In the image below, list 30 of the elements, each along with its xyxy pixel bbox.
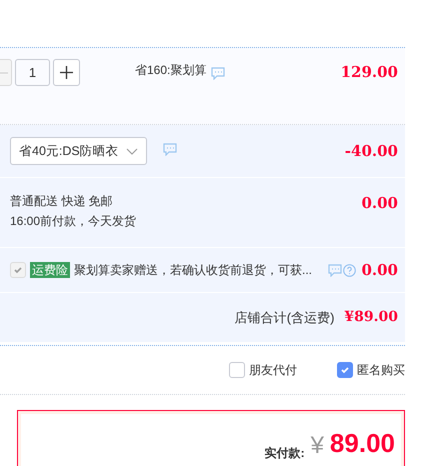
chevron-down-icon (126, 148, 138, 154)
quantity-field[interactable]: 1 (15, 59, 50, 86)
comment-icon[interactable] (328, 264, 342, 276)
payment-label: 实付款: (264, 445, 305, 462)
checkbox[interactable] (337, 362, 353, 378)
item-price: 129.00 (340, 62, 398, 83)
check-icon (13, 265, 23, 275)
option-label[interactable]: 匿名购买 (357, 361, 405, 379)
shop-total-label: 店铺合计(含运费) (234, 308, 334, 327)
comment-icon[interactable] (163, 142, 177, 156)
promotion-label: 省160:聚划算 (135, 62, 206, 78)
currency-symbol: ¥ (310, 431, 324, 461)
checkbox[interactable] (229, 362, 245, 378)
increase-button[interactable] (53, 59, 80, 86)
minus-icon (0, 72, 8, 74)
shipping-info: 16:00前付款，今天发货 (10, 213, 136, 230)
shop-total-amount: ¥89.00 (344, 308, 398, 327)
check-icon (340, 365, 350, 375)
insurance-tag: 运费险 (30, 262, 70, 278)
option-label[interactable]: 朋友代付 (249, 361, 297, 379)
payment-amount: 89.00 (330, 427, 395, 460)
plus-icon (60, 66, 73, 79)
shipping-amount: 0.00 (361, 193, 398, 214)
shipping-info: 普通配送 快递 免邮 (10, 193, 114, 210)
insurance-description: 聚划算卖家赠送，若确认收货前退货，可获... (74, 262, 312, 279)
comment-icon[interactable] (211, 67, 226, 80)
coupon-dropdown[interactable]: 省40元:DS防晒衣 (10, 137, 147, 165)
discount-amount: -40.00 (344, 140, 398, 162)
help-icon[interactable] (343, 264, 356, 276)
insurance-amount: 0.00 (361, 260, 398, 281)
